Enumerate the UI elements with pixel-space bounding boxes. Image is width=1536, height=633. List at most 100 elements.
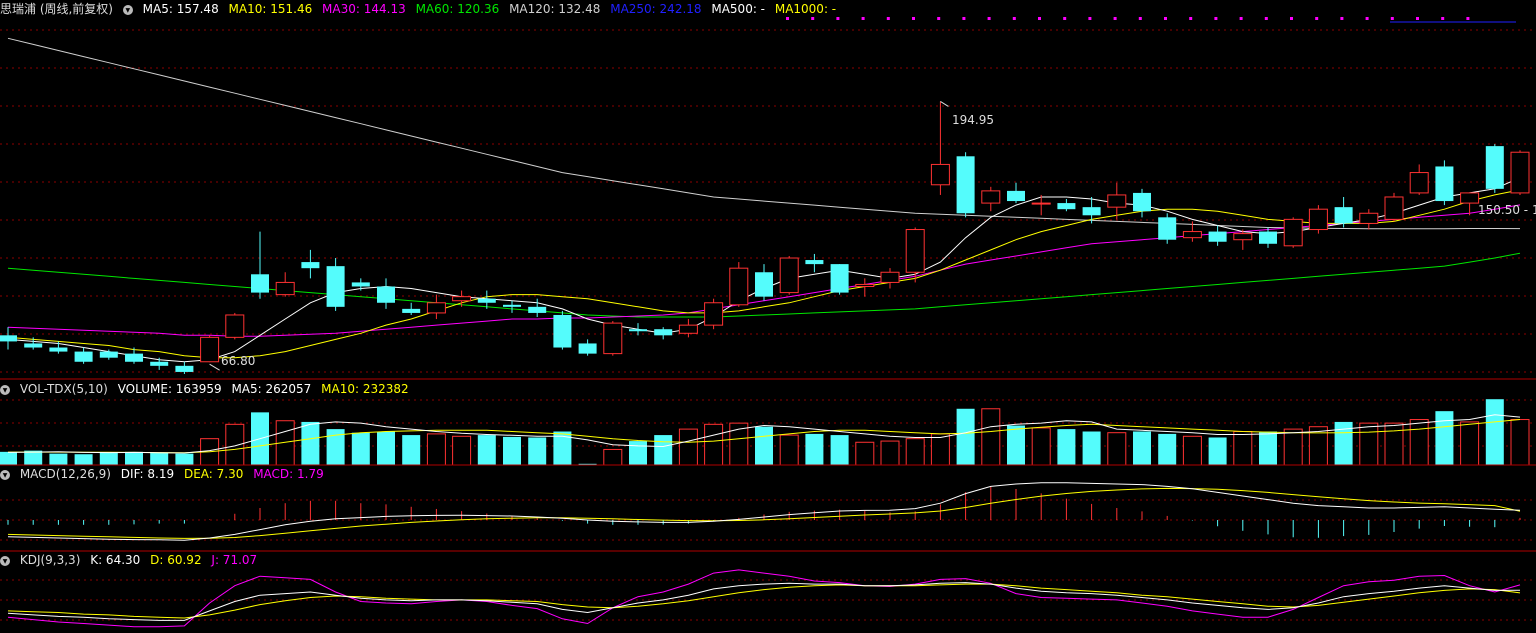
candle-up [225, 314, 245, 338]
vol-ma10: MA10: 232382 [321, 382, 409, 396]
candle-down [1435, 166, 1454, 202]
volume-bar-down [1133, 431, 1151, 465]
volume-bar-up [1409, 419, 1429, 466]
ma1000-marker [861, 17, 865, 20]
ma10-label: MA10: 151.46 [228, 2, 313, 16]
candle-down [1485, 146, 1504, 189]
volume-bar-up [880, 440, 900, 466]
candle-up [1308, 208, 1328, 231]
candle-up [981, 190, 1001, 204]
candle-down [578, 343, 597, 354]
volume-bar-up [452, 435, 472, 466]
candle-down [74, 351, 93, 362]
volume-bar-down [1259, 431, 1277, 465]
candle-down [654, 329, 673, 336]
ma60-label: MA60: 120.36 [415, 2, 500, 16]
candle-down [351, 282, 370, 287]
candle-up [1384, 196, 1404, 220]
volume-bar-down [805, 433, 824, 465]
candle-down [377, 286, 395, 303]
macd-value: MACD: 1.79 [253, 467, 324, 481]
volume-bar-up [1031, 427, 1051, 466]
vol-name: VOL-TDX(5,10) [19, 382, 108, 396]
volume-bar-down [125, 451, 143, 465]
low-marker [209, 363, 220, 371]
ma1000-marker [1164, 17, 1167, 20]
ma1000-marker [1315, 17, 1319, 20]
ma1000-marker [1239, 17, 1243, 20]
stock-chart[interactable] [0, 0, 1536, 633]
kdj-header: KDJ(9,3,3) K: 64.30 D: 60.92 J: 71.07 [0, 551, 263, 569]
candle-down [251, 274, 269, 293]
candle-down [1259, 231, 1277, 244]
candle-up [855, 283, 875, 287]
ma1000-marker [1088, 17, 1092, 20]
kdj-k-line [7, 582, 1521, 621]
ma120-label: MA120: 132.48 [509, 2, 601, 16]
candle-down [956, 156, 975, 214]
ma1000-marker [1264, 17, 1268, 20]
volume-bar-down [0, 451, 17, 465]
volume-bar-down [74, 454, 93, 465]
volume-bar-up [981, 408, 1001, 466]
ma1000-label: MA1000: - [774, 2, 837, 16]
volume-bar-down [654, 435, 673, 465]
volume-bar-up [678, 428, 698, 466]
candle-down [755, 272, 773, 297]
volume-bar-up [704, 423, 724, 466]
candle-up [678, 324, 698, 334]
candle-down [503, 304, 521, 307]
candle-down [805, 260, 824, 265]
kdj-dropdown-icon[interactable] [0, 555, 10, 566]
candle-up [1233, 233, 1253, 241]
volume-bar-down [528, 437, 547, 465]
kdj-d: D: 60.92 [150, 553, 202, 567]
volume-bar-down [629, 441, 647, 465]
candle-up [779, 257, 799, 294]
candle-down [477, 298, 496, 303]
indicator-dropdown-icon[interactable] [122, 4, 133, 15]
kdj-name: KDJ(9,3,3) [19, 553, 81, 567]
volume-bar-down [377, 431, 395, 465]
ma1000-marker [886, 17, 890, 20]
volume-bar-down [49, 453, 68, 465]
volume-bar-down [956, 408, 975, 465]
volume-bar-down [1435, 411, 1454, 465]
volume-dropdown-icon[interactable] [0, 384, 10, 395]
candle-down [1082, 207, 1101, 216]
kdj-k: K: 64.30 [90, 553, 141, 567]
volume-bar-up [1384, 422, 1404, 466]
candle-up [1182, 231, 1202, 239]
volume-bar-down [477, 435, 496, 465]
volume-bar-down [351, 432, 370, 465]
candle-up [275, 281, 295, 296]
candle-down [175, 365, 194, 372]
vol-volume: VOLUME: 163959 [117, 382, 222, 396]
volume-bar-down [755, 426, 773, 465]
ma1000-marker [1113, 17, 1117, 20]
volume-bar-down [1082, 431, 1101, 465]
volume-bar-down [24, 450, 43, 465]
volume-bar-down [301, 421, 320, 465]
candle-down [553, 314, 572, 348]
candle-down [1334, 207, 1353, 224]
candle-up [426, 302, 446, 314]
candle-up [930, 163, 950, 186]
stock-title: 思瑞浦 (周线,前复权) [0, 2, 113, 16]
volume-bar-down [830, 435, 849, 465]
macd-dropdown-icon[interactable] [0, 469, 10, 480]
volume-bar-down [1057, 429, 1076, 465]
volume-bar-up [905, 438, 925, 466]
candle-down [301, 262, 320, 269]
candle-down [24, 343, 43, 348]
ma1000-marker [1466, 17, 1470, 20]
candle-up [905, 229, 925, 273]
candle-up [1409, 172, 1429, 194]
high-marker [940, 101, 949, 107]
candle-up [1031, 202, 1051, 205]
kdj-j: J: 71.07 [211, 553, 258, 567]
macd-dif: DIF: 8.19 [120, 467, 175, 481]
ma1000-marker [937, 17, 941, 20]
candle-down [528, 306, 547, 313]
volume-bar-up [426, 433, 446, 466]
